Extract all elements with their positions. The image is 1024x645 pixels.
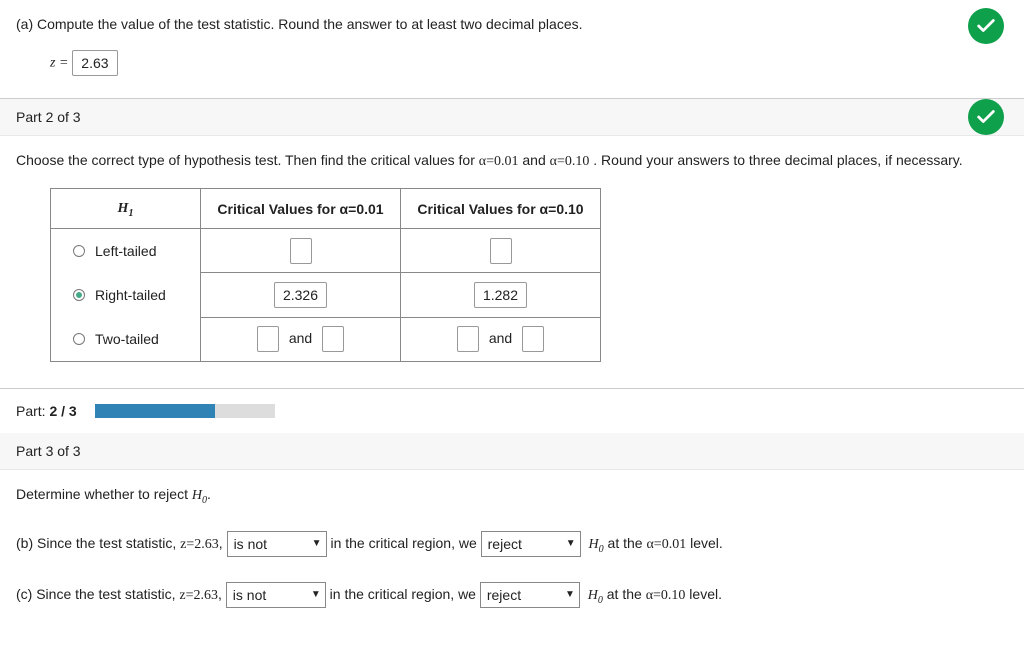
chevron-down-icon: ▼ [312, 529, 322, 559]
part-3-body: Determine whether to reject H0. (b) Sinc… [0, 470, 1024, 645]
and-text: and [289, 330, 312, 346]
col-header-alpha-10: Critical Values for α=0.10 [401, 189, 601, 229]
cv-two-01-a[interactable] [257, 326, 279, 352]
txt: at the [607, 586, 646, 602]
txt: level. [686, 535, 723, 551]
txt: at the [608, 535, 647, 551]
chevron-down-icon: ▼ [566, 529, 576, 559]
progress-bar [95, 404, 275, 418]
alpha-1: α=0.01 [479, 154, 519, 169]
select-b-reject[interactable]: reject ▼ [481, 531, 581, 557]
select-c-isnot[interactable]: is not ▼ [226, 582, 326, 608]
alpha: α=0.10 [646, 588, 686, 603]
h1-sub: 1 [128, 207, 133, 218]
part-2-header-text: Part 2 of 3 [16, 109, 81, 125]
z-label: z = [50, 56, 68, 71]
radio-label: Right-tailed [95, 287, 166, 303]
sentence-c: (c) Since the test statistic, z=2.63, is… [16, 579, 1008, 616]
radio-two-tailed[interactable] [73, 333, 85, 345]
z-val: z=2.63 [179, 588, 218, 603]
radio-label: Two-tailed [95, 331, 159, 347]
h0-sub: 0 [598, 594, 603, 605]
txt: Determine whether to reject [16, 486, 192, 502]
alpha-2: α=0.10 [550, 154, 590, 169]
part-2-header: Part 2 of 3 [0, 99, 1024, 136]
h1-symbol: H [118, 201, 129, 216]
cv-two-10-b[interactable] [522, 326, 544, 352]
h0-sub: 0 [599, 544, 604, 555]
txt: Choose the correct type of hypothesis te… [16, 152, 479, 168]
z-equation: z = 2.63 [50, 50, 1008, 76]
h0-symbol: H [589, 537, 599, 552]
h0-symbol: H [588, 588, 598, 603]
part-3-header: Part 3 of 3 [0, 433, 1024, 470]
txt: (c) Since the test statistic, [16, 586, 179, 602]
txt: in the critical region, we [330, 586, 480, 602]
txt: . Round your answers to three decimal pl… [593, 152, 962, 168]
h0-symbol: H [192, 488, 202, 503]
radio-left-tailed[interactable] [73, 245, 85, 257]
txt: (b) Since the test statistic, [16, 535, 180, 551]
select-value: reject [488, 529, 522, 559]
txt: in the critical region, we [330, 535, 480, 551]
radio-label: Left-tailed [95, 243, 156, 259]
progress-row: Part: 2 / 3 [0, 389, 1024, 433]
txt: . [207, 486, 211, 502]
cv-right-10[interactable]: 1.282 [474, 282, 527, 308]
txt: level. [685, 586, 722, 602]
col-header-h1: H1 [51, 189, 201, 229]
part-2-prompt: Choose the correct type of hypothesis te… [16, 152, 1008, 170]
correct-check-icon [968, 99, 1004, 135]
critical-values-table: H1 Critical Values for α=0.01 Critical V… [50, 188, 601, 362]
select-value: is not [234, 529, 267, 559]
cv-left-01[interactable] [290, 238, 312, 264]
z-value-input[interactable]: 2.63 [72, 50, 117, 76]
part-a-prompt: (a) Compute the value of the test statis… [16, 16, 1008, 32]
z-val: z=2.63 [180, 537, 219, 552]
part-3-prompt: Determine whether to reject H0. [16, 486, 1008, 506]
select-c-reject[interactable]: reject ▼ [480, 582, 580, 608]
cv-two-01-b[interactable] [322, 326, 344, 352]
part-3-header-text: Part 3 of 3 [16, 443, 81, 459]
txt: , [219, 535, 227, 551]
select-value: reject [487, 580, 521, 610]
cv-right-01[interactable]: 2.326 [274, 282, 327, 308]
radio-right-tailed[interactable] [73, 289, 85, 301]
progress-fill [95, 404, 215, 418]
correct-check-icon [968, 8, 1004, 44]
progress-label: Part: 2 / 3 [16, 403, 77, 419]
and-text: and [489, 330, 512, 346]
part-2-body: Choose the correct type of hypothesis te… [0, 136, 1024, 389]
chevron-down-icon: ▼ [311, 580, 321, 610]
col-header-alpha-01: Critical Values for α=0.01 [201, 189, 401, 229]
cv-two-10-a[interactable] [457, 326, 479, 352]
sentence-b: (b) Since the test statistic, z=2.63, is… [16, 528, 1008, 565]
alpha: α=0.01 [646, 537, 686, 552]
cv-left-10[interactable] [490, 238, 512, 264]
part-a-section: (a) Compute the value of the test statis… [0, 0, 1024, 99]
txt: and [522, 152, 549, 168]
table-row: Left-tailed Right-tailed Two-tailed [51, 229, 601, 273]
chevron-down-icon: ▼ [565, 580, 575, 610]
select-b-isnot[interactable]: is not ▼ [227, 531, 327, 557]
select-value: is not [233, 580, 266, 610]
txt: , [218, 586, 226, 602]
